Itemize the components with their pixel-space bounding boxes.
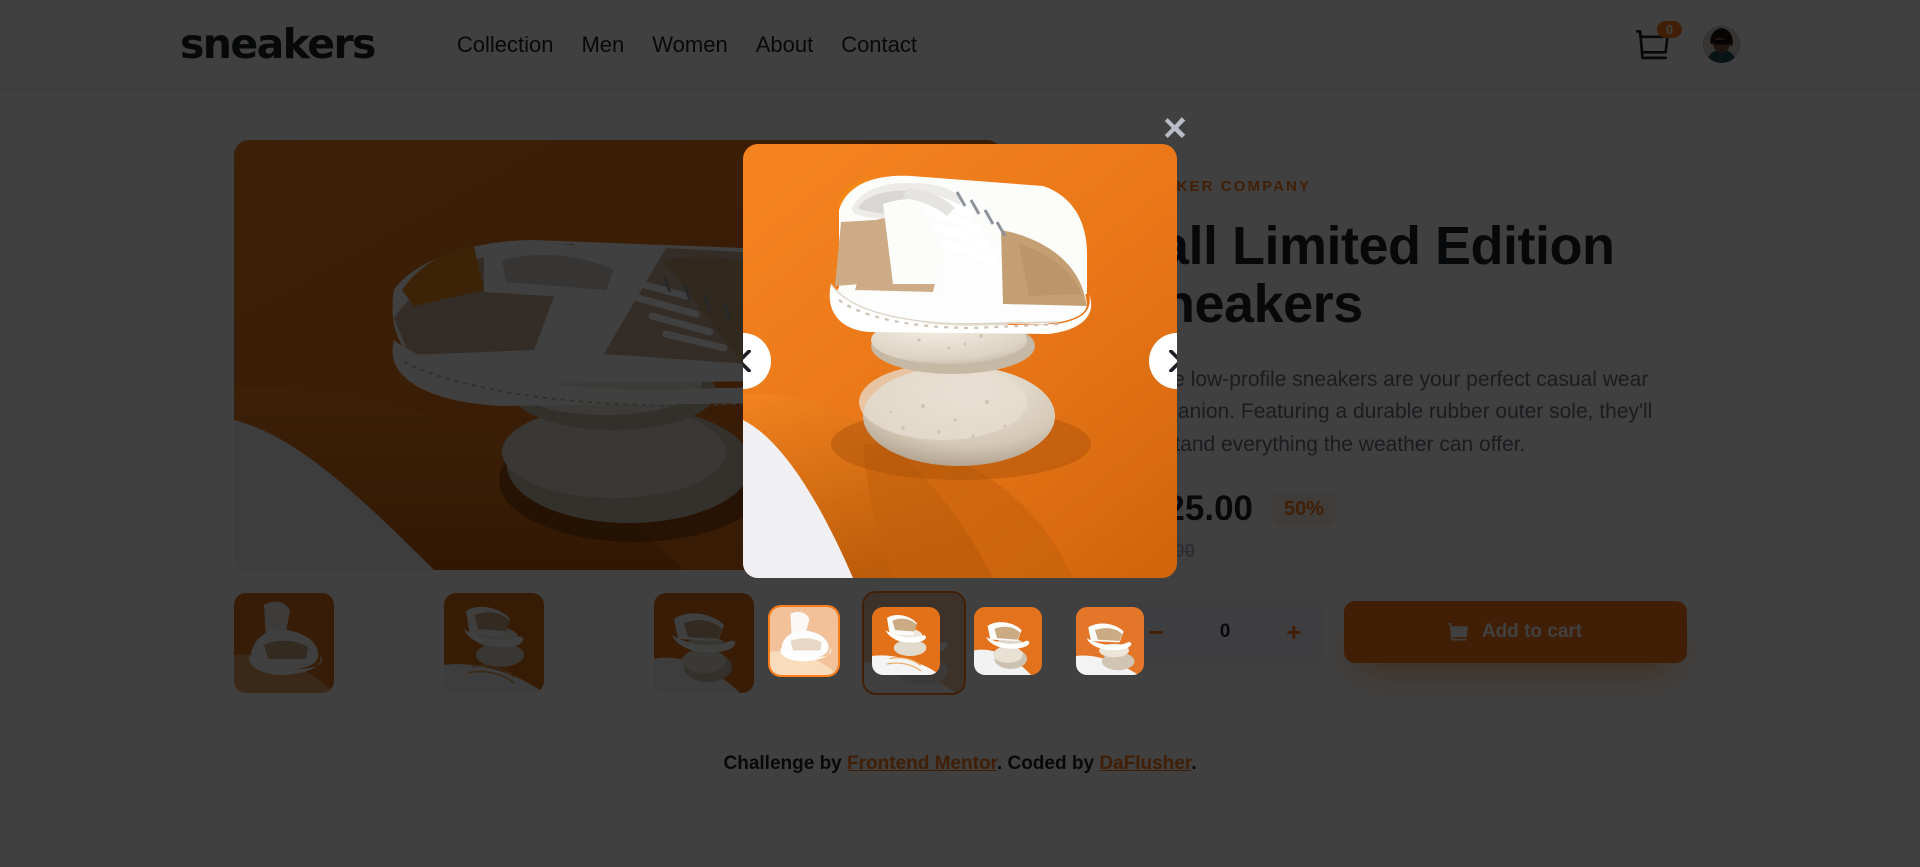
sneaker-photo-large-1 xyxy=(743,144,1177,578)
sneaker-thumb-image-1 xyxy=(770,607,838,675)
close-icon xyxy=(1164,117,1186,138)
chevron-right-icon xyxy=(1169,350,1177,372)
sneaker-thumb-image-4 xyxy=(1076,607,1144,675)
lightbox-thumb-4[interactable] xyxy=(1076,607,1144,675)
lightbox-thumbnail-list xyxy=(743,605,1177,677)
sneaker-thumb-image-3 xyxy=(974,607,1042,675)
lightbox-content xyxy=(743,117,1186,677)
chevron-left-icon xyxy=(743,350,751,372)
lightbox-thumb-3[interactable] xyxy=(974,607,1042,675)
lightbox-close-button[interactable] xyxy=(1161,113,1189,141)
lightbox-main-image xyxy=(743,144,1177,578)
lightbox-thumb-1[interactable] xyxy=(768,605,840,677)
lightbox-thumb-2[interactable] xyxy=(872,607,940,675)
sneaker-thumb-image-2 xyxy=(872,607,940,675)
